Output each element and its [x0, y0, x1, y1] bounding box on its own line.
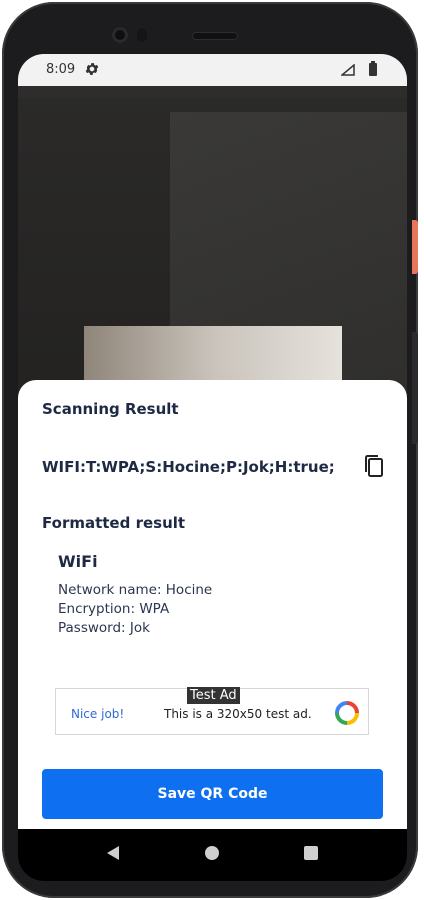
front-camera	[112, 27, 128, 43]
power-button	[412, 220, 418, 274]
encryption-text: Encryption: WPA	[58, 601, 170, 617]
phone-frame: 8:09 Scanning Result WIFI:T:WPA;S:Hocine…	[2, 2, 418, 898]
password-text: Password: Jok	[58, 620, 150, 636]
test-ad-banner[interactable]: Test Ad Nice job! This is a 320x50 test …	[55, 687, 369, 735]
ad-nice-job-text[interactable]: Nice job!	[71, 707, 124, 721]
earpiece-speaker	[192, 32, 238, 40]
screen: 8:09 Scanning Result WIFI:T:WPA;S:Hocine…	[18, 54, 407, 881]
status-time: 8:09	[46, 62, 76, 77]
recent-apps-icon[interactable]	[304, 846, 318, 860]
proximity-sensor	[137, 28, 147, 42]
save-qr-code-button[interactable]: Save QR Code	[42, 769, 383, 819]
camera-ceiling	[18, 86, 407, 98]
navigation-bar	[18, 829, 407, 881]
battery-icon	[369, 61, 377, 76]
home-icon[interactable]	[205, 846, 219, 860]
ad-logo-icon	[335, 701, 359, 725]
formatted-result-title: Formatted result	[42, 514, 186, 532]
camera-preview	[18, 86, 407, 416]
wifi-title: WiFi	[58, 552, 98, 571]
status-bar: 8:09	[18, 54, 407, 86]
volume-button	[412, 332, 418, 444]
copy-icon[interactable]	[363, 454, 385, 478]
settings-gear-icon	[85, 63, 99, 75]
test-ad-badge: Test Ad	[187, 687, 240, 704]
network-name-text: Network name: Hocine	[58, 582, 213, 598]
ad-description-text: This is a 320x50 test ad.	[164, 707, 312, 721]
result-sheet: Scanning Result WIFI:T:WPA;S:Hocine;P:Jo…	[18, 380, 407, 829]
raw-result-text: WIFI:T:WPA;S:Hocine;P:Jok;H:true;	[42, 458, 335, 476]
scanning-result-title: Scanning Result	[42, 400, 179, 418]
back-icon[interactable]	[106, 845, 120, 861]
signal-icon	[341, 64, 355, 76]
